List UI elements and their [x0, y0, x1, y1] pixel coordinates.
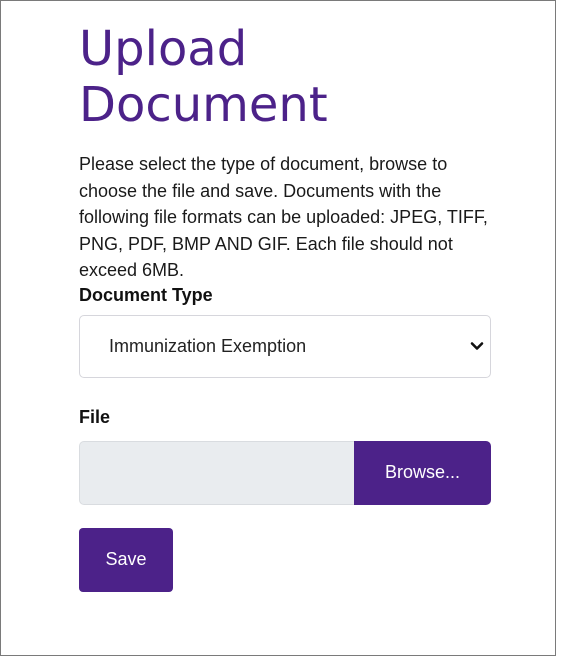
document-type-label: Document Type: [79, 284, 213, 305]
page-title: Upload Document: [79, 21, 491, 133]
file-input[interactable]: [79, 440, 354, 505]
document-type-select[interactable]: Immunization Exemption: [79, 314, 491, 378]
instructions-text: Please select the type of document, brow…: [79, 154, 488, 280]
page-title-line2: Document: [79, 77, 328, 133]
upload-form: Upload Document Please select the type of…: [79, 21, 491, 592]
chevron-down-icon: [470, 341, 484, 350]
save-button[interactable]: Save: [79, 527, 173, 592]
file-label: File: [79, 406, 111, 427]
file-picker: Browse...: [79, 440, 491, 505]
page-title-line1: Upload: [79, 21, 248, 77]
browse-button[interactable]: Browse...: [354, 440, 491, 505]
document-type-selected-value: Immunization Exemption: [109, 335, 307, 356]
upload-panel: Upload Document Please select the type of…: [0, 0, 556, 656]
